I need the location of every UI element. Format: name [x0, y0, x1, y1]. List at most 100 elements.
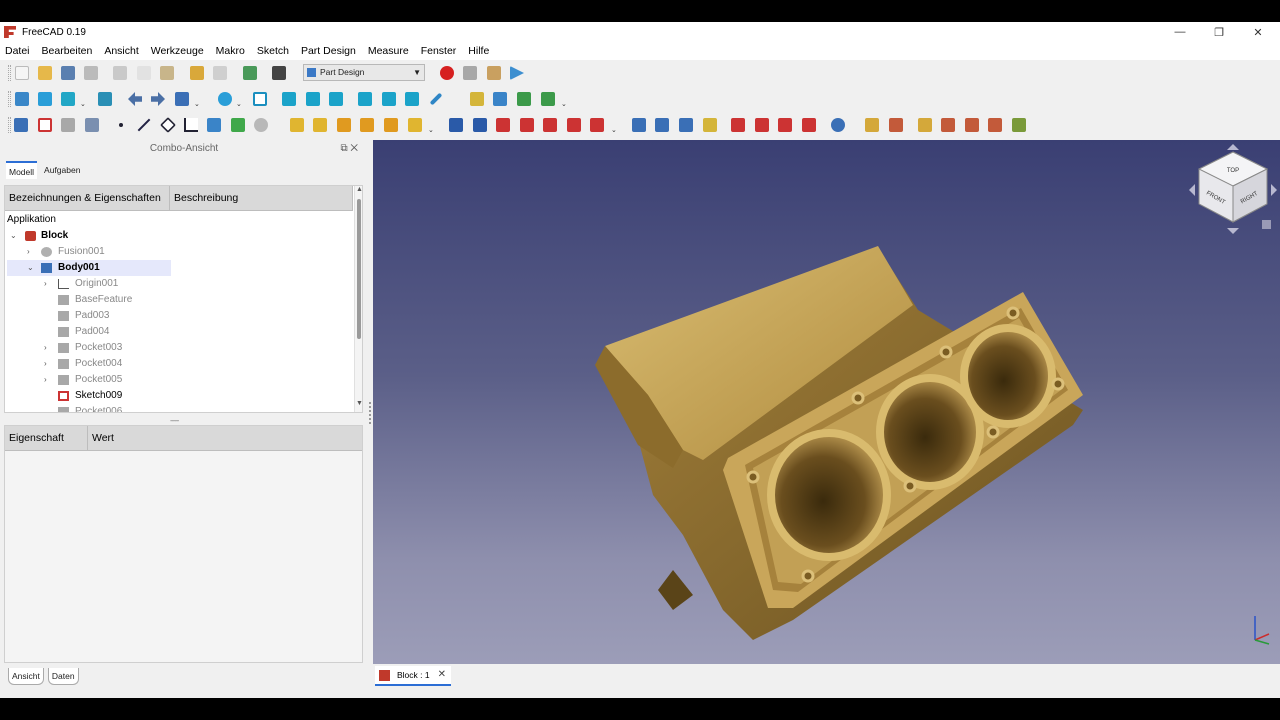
linear-pattern-icon[interactable]: [655, 118, 669, 132]
workbench-selector[interactable]: Part Design ▼: [303, 64, 425, 81]
expand-icon[interactable]: ›: [44, 340, 47, 356]
tab-modell[interactable]: Modell: [6, 161, 38, 179]
chevron-down-icon[interactable]: ⌄: [236, 100, 242, 108]
measure-distance-icon[interactable]: [429, 92, 443, 106]
restore-button[interactable]: ❐: [1199, 22, 1239, 42]
new-file-icon[interactable]: [15, 66, 29, 80]
chevron-down-icon[interactable]: ⌄: [80, 100, 86, 108]
menu-werkzeuge[interactable]: Werkzeuge: [151, 45, 204, 57]
copy-icon[interactable]: [137, 66, 151, 80]
subtractive-helix-icon[interactable]: [567, 118, 581, 132]
print-icon[interactable]: [84, 66, 98, 80]
chevron-down-icon[interactable]: ⌄: [611, 126, 617, 134]
zoom-icon[interactable]: [218, 92, 232, 106]
thickness-icon[interactable]: [802, 118, 816, 132]
additive-loft-icon[interactable]: [337, 118, 351, 132]
engine-block-model[interactable]: [595, 246, 1083, 640]
menu-makro[interactable]: Makro: [216, 45, 245, 57]
rotate-left-icon[interactable]: [1189, 184, 1195, 196]
column-property[interactable]: Eigenschaft: [5, 426, 88, 450]
tree-item-pocket004[interactable]: › Pocket004: [7, 356, 177, 372]
open-file-icon[interactable]: [38, 66, 52, 80]
fit-selection-icon[interactable]: [38, 92, 52, 106]
navigation-cube[interactable]: TOP FRONT RIGHT: [1187, 144, 1279, 236]
measure-toggle-delta-icon[interactable]: [1012, 118, 1026, 132]
scroll-down-icon[interactable]: ▼: [356, 400, 362, 407]
tab-daten[interactable]: Daten: [47, 668, 79, 685]
expand-icon[interactable]: ›: [44, 356, 47, 372]
menu-bearbeiten[interactable]: Bearbeiten: [42, 45, 93, 57]
menu-part-design[interactable]: Part Design: [301, 45, 356, 57]
menu-datei[interactable]: Datei: [5, 45, 30, 57]
tree-scrollbar[interactable]: ▲ ▼: [354, 186, 362, 412]
rotate-down-icon[interactable]: [1227, 228, 1239, 234]
menu-ansicht[interactable]: Ansicht: [104, 45, 138, 57]
tree-item-origin001[interactable]: › Origin001: [7, 276, 177, 292]
float-icon[interactable]: ⧉: [340, 143, 347, 154]
tree-item-pocket005[interactable]: › Pocket005: [7, 372, 177, 388]
create-link-icon[interactable]: [517, 92, 531, 106]
scroll-up-icon[interactable]: ▲: [356, 186, 362, 193]
std-views-icon[interactable]: [175, 92, 189, 106]
tree-item-pad003[interactable]: Pad003: [7, 308, 177, 324]
forward-icon[interactable]: [151, 92, 165, 106]
additive-pipe-icon[interactable]: [360, 118, 374, 132]
pocket-icon[interactable]: [449, 118, 463, 132]
close-icon[interactable]: ✕: [350, 143, 358, 154]
left-view-icon[interactable]: [405, 92, 419, 106]
create-sketch-icon[interactable]: [38, 118, 52, 132]
tree-item-basefeature[interactable]: BaseFeature: [7, 292, 177, 308]
column-labels-properties[interactable]: Bezeichnungen & Eigenschaften: [5, 186, 170, 210]
expand-icon[interactable]: ›: [44, 276, 47, 292]
model-canvas[interactable]: [373, 140, 1280, 664]
rear-view-icon[interactable]: [358, 92, 372, 106]
tree-item-sketch009[interactable]: Sketch009: [7, 388, 177, 404]
chevron-down-icon[interactable]: ⌄: [428, 126, 434, 134]
multi-transform-icon[interactable]: [703, 118, 717, 132]
revolution-icon[interactable]: [313, 118, 327, 132]
create-part-icon[interactable]: [470, 92, 484, 106]
refresh-icon[interactable]: [243, 66, 257, 80]
rotate-up-icon[interactable]: [1227, 144, 1239, 150]
menu-hilfe[interactable]: Hilfe: [468, 45, 489, 57]
document-tab-block[interactable]: Block : 1 ✕: [375, 666, 451, 686]
tab-aufgaben[interactable]: Aufgaben: [41, 161, 83, 179]
subtractive-loft-icon[interactable]: [520, 118, 534, 132]
polar-pattern-icon[interactable]: [679, 118, 693, 132]
additive-helix-icon[interactable]: [384, 118, 398, 132]
navcube-top-label[interactable]: TOP: [1227, 168, 1239, 174]
bottom-view-icon[interactable]: [382, 92, 396, 106]
stop-macro-icon[interactable]: [463, 66, 477, 80]
edit-macro-icon[interactable]: [487, 66, 501, 80]
back-icon[interactable]: [128, 92, 142, 106]
mirrored-icon[interactable]: [632, 118, 646, 132]
pad-icon[interactable]: [290, 118, 304, 132]
tree-item-fusion001[interactable]: › Fusion001: [7, 244, 177, 260]
redo-icon[interactable]: [213, 66, 227, 80]
close-button[interactable]: ✕: [1238, 22, 1278, 42]
fillet-icon[interactable]: [731, 118, 745, 132]
measure-linear-icon[interactable]: [865, 118, 879, 132]
undo-icon[interactable]: [190, 66, 204, 80]
top-view-icon[interactable]: [306, 92, 320, 106]
isometric-view-icon[interactable]: [253, 92, 267, 106]
cut-icon[interactable]: [113, 66, 127, 80]
panel-splitter[interactable]: -----: [170, 416, 179, 425]
collapse-icon[interactable]: ⌄: [27, 260, 34, 276]
chevron-down-icon[interactable]: ⌄: [561, 100, 567, 108]
scrollbar-thumb[interactable]: [357, 199, 361, 339]
record-macro-icon[interactable]: [440, 66, 454, 80]
subtractive-primitive-icon[interactable]: [590, 118, 604, 132]
measure-clear-icon[interactable]: [941, 118, 955, 132]
whats-this-icon[interactable]: [272, 66, 286, 80]
toolbar-grip[interactable]: [8, 65, 11, 81]
tree-item-pocket003[interactable]: › Pocket003: [7, 340, 177, 356]
subtractive-pipe-icon[interactable]: [543, 118, 557, 132]
validate-sketch-icon[interactable]: [61, 118, 75, 132]
chevron-down-icon[interactable]: ⌄: [194, 100, 200, 108]
tree-item-pad004[interactable]: Pad004: [7, 324, 177, 340]
tab-ansicht[interactable]: Ansicht: [8, 668, 44, 685]
paste-icon[interactable]: [160, 66, 174, 80]
datum-line-icon[interactable]: [137, 118, 151, 132]
tree-item-block[interactable]: ⌄ Block: [7, 228, 177, 244]
